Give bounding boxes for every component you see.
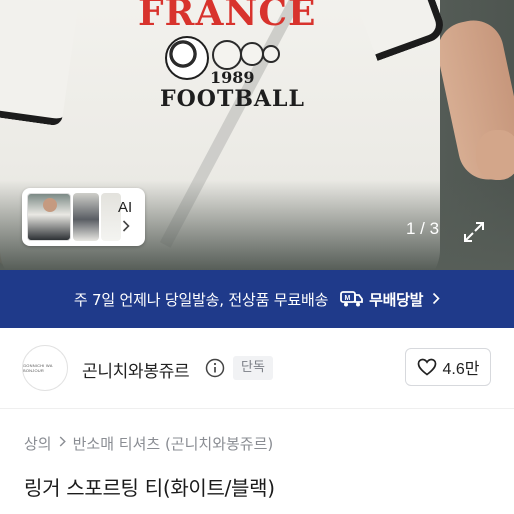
free-shipping-label: 무배당발: [369, 290, 424, 309]
chevron-right-icon: [122, 220, 130, 236]
ai-thumbnail: [27, 193, 71, 241]
shop-logo-text: GONNICHI WA BONJOUR: [23, 363, 53, 373]
shop-info-row: GONNICHI WA BONJOUR 곤니치와봉쥬르 단독 4.6만: [0, 328, 514, 408]
soccer-ball-graphic: [165, 36, 209, 80]
shirt-print-subtitle: FOOTBALL: [160, 86, 305, 112]
ball-trail-graphic: [212, 40, 242, 70]
shirt-print-title: FRANCE: [138, 0, 317, 34]
image-counter: 1 / 3: [406, 219, 440, 238]
svg-text:M: M: [345, 295, 351, 302]
heart-icon: [417, 358, 437, 376]
breadcrumb: 상의 반소매 티셔츠 (곤니치와봉쥬르): [24, 433, 273, 454]
chevron-right-icon: [432, 290, 440, 309]
breadcrumb-item-subcategory[interactable]: 반소매 티셔츠 (곤니치와봉쥬르): [73, 433, 274, 454]
shop-name[interactable]: 곤니치와봉쥬르: [82, 357, 190, 382]
product-title: 링거 스포르팅 티(화이트/블랙): [24, 476, 275, 500]
like-count: 4.6만: [442, 361, 480, 378]
truck-icon: M: [340, 290, 364, 308]
section-divider: [0, 408, 514, 409]
model-hand-right: [476, 130, 514, 180]
ai-label: AI: [118, 199, 133, 216]
chevron-right-icon: [59, 436, 66, 451]
promo-text: 주 7일 언제나 당일발송, 전상품 무료배송: [73, 290, 329, 309]
ai-similar-items-chip[interactable]: AI: [22, 188, 145, 246]
shirt-print-year: 1989: [210, 68, 255, 87]
like-button[interactable]: 4.6만: [405, 348, 491, 386]
ball-trail-graphic: [240, 42, 264, 66]
exclusive-badge: 단독: [233, 356, 273, 380]
ball-trail-graphic: [262, 45, 280, 63]
shop-logo[interactable]: GONNICHI WA BONJOUR: [22, 345, 68, 391]
expand-icon[interactable]: [460, 218, 488, 246]
info-icon[interactable]: [205, 358, 225, 378]
breadcrumb-item-category[interactable]: 상의: [24, 433, 52, 454]
ai-thumbnail: [73, 193, 99, 241]
shipping-promo-banner[interactable]: 주 7일 언제나 당일발송, 전상품 무료배송 M 무배당발: [0, 270, 514, 328]
product-image-gallery[interactable]: FRANCE 1989 FOOTBALL AI 1 / 3: [0, 0, 514, 270]
